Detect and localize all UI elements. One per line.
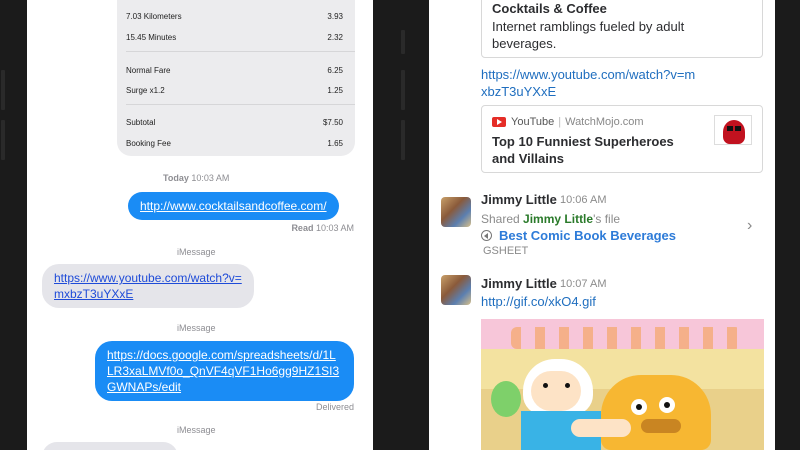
read-receipt: Read 10:03 AM [291, 223, 354, 233]
arrow-circle-icon [481, 230, 492, 241]
link-preview-card[interactable]: Cocktails & Coffee Internet ramblings fu… [481, 0, 763, 58]
gif-image[interactable] [481, 319, 764, 450]
youtube-icon [492, 117, 506, 127]
delivery-status: Delivered [315, 402, 354, 412]
volume-button [1, 120, 5, 160]
receipt-card: 7.03 Kilometers 3.93 15.45 Minutes 2.32 No… [117, 0, 355, 156]
message-timestamp: Today 10:03 AM [163, 173, 230, 183]
left-phone-bezel-left [0, 0, 27, 450]
preview-title: Cocktails & Coffee [492, 1, 607, 16]
service-label: iMessage [177, 425, 216, 435]
receipt-row: 15.45 Minutes 2.32 [126, 33, 343, 42]
avatar[interactable] [441, 275, 471, 305]
avatar[interactable] [441, 197, 471, 227]
video-thumbnail [714, 115, 752, 145]
imessage-screen: 7.03 Kilometers 3.93 15.45 Minutes 2.32 No… [27, 0, 373, 450]
shared-file-caption: Shared Jimmy Little's file [481, 212, 621, 226]
volume-button [1, 70, 5, 110]
message-time: 10:07 AM [560, 278, 607, 290]
phone-bezel-gap [373, 0, 429, 450]
sent-message-bubble[interactable]: https://docs.google.com/spreadsheets/d/1… [95, 341, 354, 401]
preview-description: Internet ramblings fueled by adult bever… [492, 19, 685, 51]
receipt-row: Subtotal $7.50 [126, 118, 343, 127]
message-author[interactable]: Jimmy Little [481, 276, 557, 291]
receipt-divider [126, 104, 355, 105]
youtube-preview-card[interactable]: YouTube | WatchMojo.com Top 10 Funniest Su… [481, 105, 763, 173]
shared-file-link[interactable]: Best Comic Book Beverages [481, 228, 676, 243]
file-type-label: GSHEET [483, 245, 529, 257]
receipt-row: Surge x1.2 1.25 [126, 86, 343, 95]
message-time: 10:06 AM [560, 194, 607, 206]
youtube-link[interactable]: https://www.youtube.com/watch?v=mxbzT3uY… [481, 66, 701, 100]
preview-source: YouTube | WatchMojo.com [492, 116, 644, 128]
mute-switch [401, 30, 405, 54]
right-phone-bezel-right [775, 0, 800, 450]
received-message-bubble[interactable]: https://www.youtube.com/watch?v=mxbzT3uY… [42, 264, 254, 308]
receipt-row: 7.03 Kilometers 3.93 [126, 12, 343, 21]
volume-button [401, 120, 405, 160]
message-author[interactable]: Jimmy Little [481, 192, 557, 207]
video-title: Top 10 Funniest Superheroes and Villains [492, 134, 674, 166]
receipt-row: Booking Fee 1.65 [126, 139, 343, 148]
receipt-row: Normal Fare 6.25 [126, 66, 343, 75]
slack-screen: Cocktails & Coffee Internet ramblings fu… [429, 0, 775, 450]
service-label: iMessage [177, 247, 216, 257]
service-label: iMessage [177, 323, 216, 333]
received-message-bubble[interactable] [42, 442, 178, 450]
volume-button [401, 70, 405, 110]
chevron-right-icon[interactable]: › [747, 217, 752, 235]
sent-message-bubble[interactable]: http://www.cocktailsandcoffee.com/ [128, 192, 339, 220]
gif-link[interactable]: http://gif.co/xkO4.gif [481, 294, 596, 309]
receipt-divider [126, 51, 355, 52]
